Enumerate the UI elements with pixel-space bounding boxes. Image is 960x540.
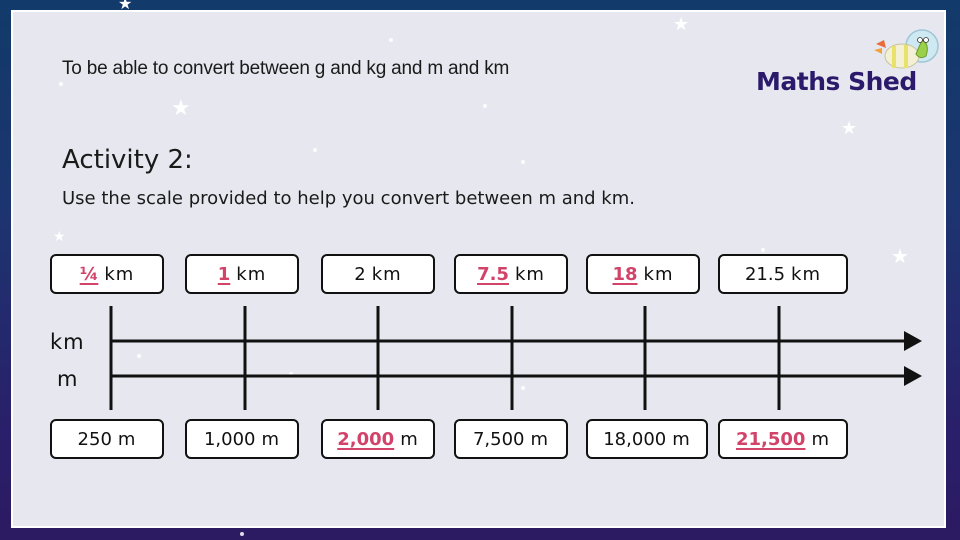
- star-icon: ★: [673, 14, 690, 35]
- m-box[interactable]: 21,500 m: [718, 419, 848, 459]
- m-value: 7,500: [472, 428, 525, 450]
- m-box[interactable]: 7,500 m: [454, 419, 568, 459]
- rocket-mascot-icon: [874, 29, 939, 69]
- m-axis-label: m: [57, 367, 79, 391]
- km-box[interactable]: 7.5 km: [454, 254, 568, 294]
- km-unit: km: [514, 263, 545, 285]
- m-unit: m: [400, 428, 419, 450]
- km-boxes-row: ¼ km 1 km 2 km 7.5 km 18 km 21.5 km: [0, 254, 960, 294]
- km-axis-label: km: [50, 330, 85, 354]
- km-value: ¼: [79, 263, 99, 285]
- star-dot: [483, 104, 487, 108]
- km-box[interactable]: 2 km: [321, 254, 435, 294]
- km-box[interactable]: ¼ km: [50, 254, 164, 294]
- star-dot: [240, 532, 244, 536]
- m-box[interactable]: 1,000 m: [185, 419, 299, 459]
- m-value: 1,000: [203, 428, 256, 450]
- km-value: 18: [612, 263, 638, 285]
- activity-title: Activity 2:: [62, 145, 193, 175]
- km-box[interactable]: 18 km: [586, 254, 700, 294]
- star-icon: ★: [171, 96, 191, 121]
- km-box[interactable]: 21.5 km: [718, 254, 848, 294]
- learning-objective: To be able to convert between g and kg a…: [62, 58, 510, 79]
- m-unit: m: [261, 428, 281, 450]
- star-dot: [289, 372, 293, 376]
- km-value: 21.5: [744, 263, 786, 285]
- activity-instruction: Use the scale provided to help you conve…: [62, 188, 635, 209]
- star-dot: [137, 354, 141, 358]
- m-unit: m: [530, 428, 550, 450]
- m-value: 2,000: [337, 428, 395, 450]
- star-icon: ★: [841, 118, 858, 139]
- m-value: 250: [77, 428, 112, 450]
- star-dot: [521, 386, 525, 390]
- m-unit: m: [117, 428, 137, 450]
- km-unit: km: [643, 263, 674, 285]
- m-box[interactable]: 250 m: [50, 419, 164, 459]
- m-value: 21,500: [735, 428, 806, 450]
- star-dot: [59, 82, 63, 86]
- m-unit: m: [672, 428, 691, 450]
- km-value: 1: [217, 263, 231, 285]
- m-box[interactable]: 2,000 m: [321, 419, 435, 459]
- km-unit: km: [236, 263, 267, 285]
- star-icon: ★: [53, 229, 66, 245]
- km-value: 7.5: [477, 263, 509, 285]
- km-unit: km: [104, 263, 135, 285]
- star-dot: [761, 248, 765, 252]
- m-value: 18,000: [603, 428, 667, 450]
- km-box[interactable]: 1 km: [185, 254, 299, 294]
- m-boxes-row: 250 m 1,000 m 2,000 m 7,500 m 18,000 m 2…: [0, 419, 960, 459]
- star-dot: [313, 148, 317, 152]
- star-dot: [521, 160, 525, 164]
- star-dot: [389, 38, 393, 42]
- km-value: 2: [354, 263, 366, 285]
- m-unit: m: [811, 428, 830, 450]
- km-unit: km: [791, 263, 822, 285]
- km-unit: km: [371, 263, 402, 285]
- m-box[interactable]: 18,000 m: [586, 419, 708, 459]
